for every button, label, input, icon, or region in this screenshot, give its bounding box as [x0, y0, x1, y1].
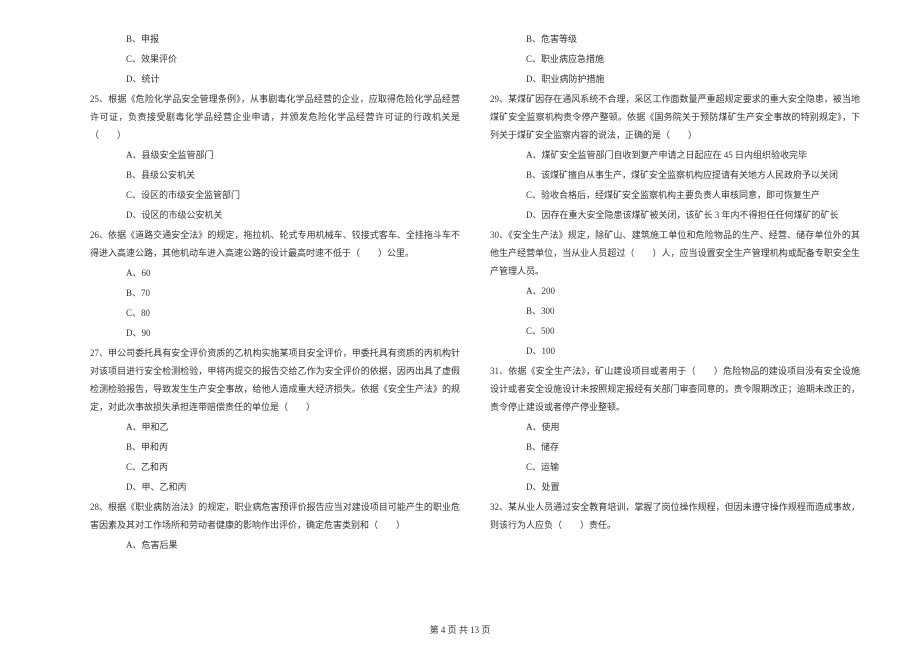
q27-option-d: D、甲、乙和丙: [90, 478, 460, 496]
q26-option-b: B、70: [90, 284, 460, 302]
page-container: B、申报 C、效果评价 D、统计 25、根据《危险化学品安全管理条例》，从事剧毒…: [0, 0, 920, 620]
q26-option-a: A、60: [90, 264, 460, 282]
q26-option-d: D、90: [90, 324, 460, 342]
q28-option-c: C、职业病应急措施: [490, 50, 860, 68]
q31-option-d: D、处置: [490, 478, 860, 496]
q29-option-d: D、因存在重大安全隐患该煤矿被关闭，该矿长 3 年内不得担任任何煤矿的矿长: [490, 206, 860, 224]
q30-option-a: A、200: [490, 282, 860, 300]
q29-option-a: A、煤矿安全监管部门自收到复产申请之日起应在 45 日内组织验收完毕: [490, 146, 860, 164]
q26-option-c: C、80: [90, 304, 460, 322]
q25-option-c: C、设区的市级安全监管部门: [90, 186, 460, 204]
q25-option-d: D、设区的市级公安机关: [90, 206, 460, 224]
q24-option-b: B、申报: [90, 30, 460, 48]
q30-option-d: D、100: [490, 342, 860, 360]
q27-text: 27、甲公司委托具有安全评价资质的乙机构实施某项目安全评价，甲委托具有资质的丙机…: [90, 344, 460, 416]
q27-option-c: C、乙和丙: [90, 458, 460, 476]
q30-option-c: C、500: [490, 322, 860, 340]
left-column: B、申报 C、效果评价 D、统计 25、根据《危险化学品安全管理条例》，从事剧毒…: [90, 30, 460, 590]
q31-option-a: A、使用: [490, 418, 860, 436]
q28-option-d: D、职业病防护措施: [490, 70, 860, 88]
q25-option-a: A、县级安全监管部门: [90, 146, 460, 164]
q28-option-a: A、危害后果: [90, 536, 460, 554]
q25-option-b: B、县级公安机关: [90, 166, 460, 184]
q28-text: 28、根据《职业病防治法》的规定，职业病危害预评价报告应当对建设项目可能产生的职…: [90, 498, 460, 534]
q24-option-d: D、统计: [90, 70, 460, 88]
q29-option-c: C、验收合格后，经煤矿安全监察机构主要负责人审核同意，即可恢复生产: [490, 186, 860, 204]
right-column: B、危害等级 C、职业病应急措施 D、职业病防护措施 29、某煤矿因存在通风系统…: [490, 30, 860, 590]
page-footer: 第 4 页 共 13 页: [0, 623, 920, 636]
q30-option-b: B、300: [490, 302, 860, 320]
q26-text: 26、依据《道路交通安全法》的规定，拖拉机、轮式专用机械车、铰接式客车、全挂拖斗…: [90, 226, 460, 262]
q24-option-c: C、效果评价: [90, 50, 460, 68]
q31-option-b: B、储存: [490, 438, 860, 456]
q31-option-c: C、运输: [490, 458, 860, 476]
q29-text: 29、某煤矿因存在通风系统不合理，采区工作面数量严重超规定要求的重大安全隐患，被…: [490, 90, 860, 144]
q32-text: 32、某从业人员通过安全教育培训，掌握了岗位操作规程，但因未遵守操作规程而造成事…: [490, 498, 860, 534]
q27-option-b: B、甲和丙: [90, 438, 460, 456]
q28-option-b: B、危害等级: [490, 30, 860, 48]
q29-option-b: B、该煤矿擅自从事生产，煤矿安全监察机构应提请有关地方人民政府予以关闭: [490, 166, 860, 184]
q27-option-a: A、甲和乙: [90, 418, 460, 436]
q30-text: 30、《安全生产法》规定，除矿山、建筑施工单位和危险物品的生产、经营、储存单位外…: [490, 226, 860, 280]
q25-text: 25、根据《危险化学品安全管理条例》，从事剧毒化学品经营的企业，应取得危险化学品…: [90, 90, 460, 144]
q31-text: 31、依据《安全生产法》，矿山建设项目或者用于（ ）危险物品的建设项目没有安全设…: [490, 362, 860, 416]
